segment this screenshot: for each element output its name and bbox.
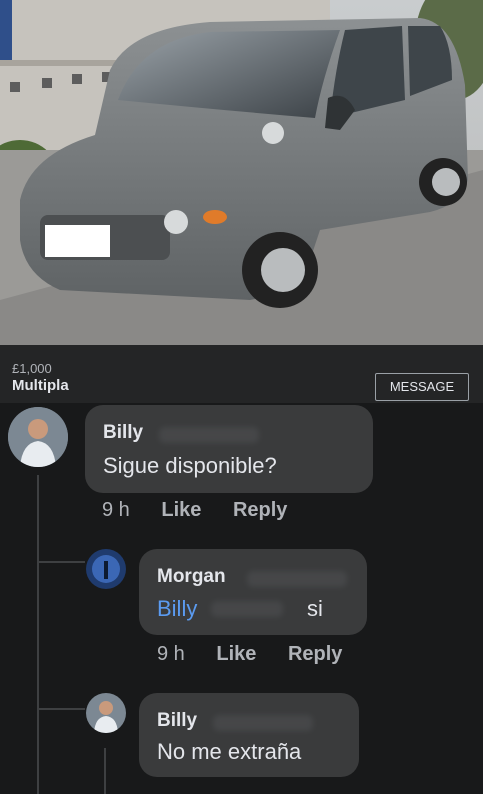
comment-actions: 9 h Like Reply xyxy=(157,643,368,666)
user-avatar-icon xyxy=(8,407,68,467)
like-button[interactable]: Like xyxy=(216,643,256,665)
thread-line xyxy=(104,748,106,794)
thread-connector xyxy=(37,708,85,710)
avatar[interactable] xyxy=(86,549,126,589)
comment-bubble: Billy No me extraña xyxy=(139,693,359,777)
comment-author[interactable]: Billy xyxy=(157,710,197,732)
listing-price: £1,000 xyxy=(12,361,52,376)
redacted-name xyxy=(247,571,347,587)
comments-section: Billy Sigue disponible? 9 h Like Reply M… xyxy=(0,403,483,794)
listing-info-bar: £1,000 Multipla MESSAGE xyxy=(0,345,483,403)
car-photo-image xyxy=(0,0,483,345)
reply-button[interactable]: Reply xyxy=(288,643,342,665)
comment-actions: 9 h Like Reply xyxy=(102,499,313,522)
redacted-name xyxy=(211,601,283,617)
comment-bubble: Billy Sigue disponible? xyxy=(85,405,373,493)
listing-title: Multipla xyxy=(12,377,69,394)
user-avatar-icon xyxy=(86,693,126,733)
comment-text: Sigue disponible? xyxy=(103,453,277,478)
mention-link[interactable]: Billy xyxy=(157,596,197,622)
comment-time: 9 h xyxy=(102,499,130,521)
comment-text: No me extraña xyxy=(157,739,302,764)
listing-photo[interactable] xyxy=(0,0,483,345)
thread-line xyxy=(37,475,39,794)
avatar[interactable] xyxy=(86,693,126,733)
comment-bubble: Morgan Billy si xyxy=(139,549,367,635)
avatar[interactable] xyxy=(8,407,68,467)
comment-time: 9 h xyxy=(157,643,185,665)
comment-author[interactable]: Morgan xyxy=(157,566,226,588)
redacted-name xyxy=(159,427,259,443)
like-button[interactable]: Like xyxy=(161,499,201,521)
redacted-name xyxy=(213,715,313,731)
thread-connector xyxy=(37,561,85,563)
user-avatar-icon xyxy=(86,549,126,589)
reply-button[interactable]: Reply xyxy=(233,499,287,521)
comment-text: si xyxy=(307,596,323,621)
message-button[interactable]: MESSAGE xyxy=(375,373,469,401)
comment-author[interactable]: Billy xyxy=(103,422,143,444)
